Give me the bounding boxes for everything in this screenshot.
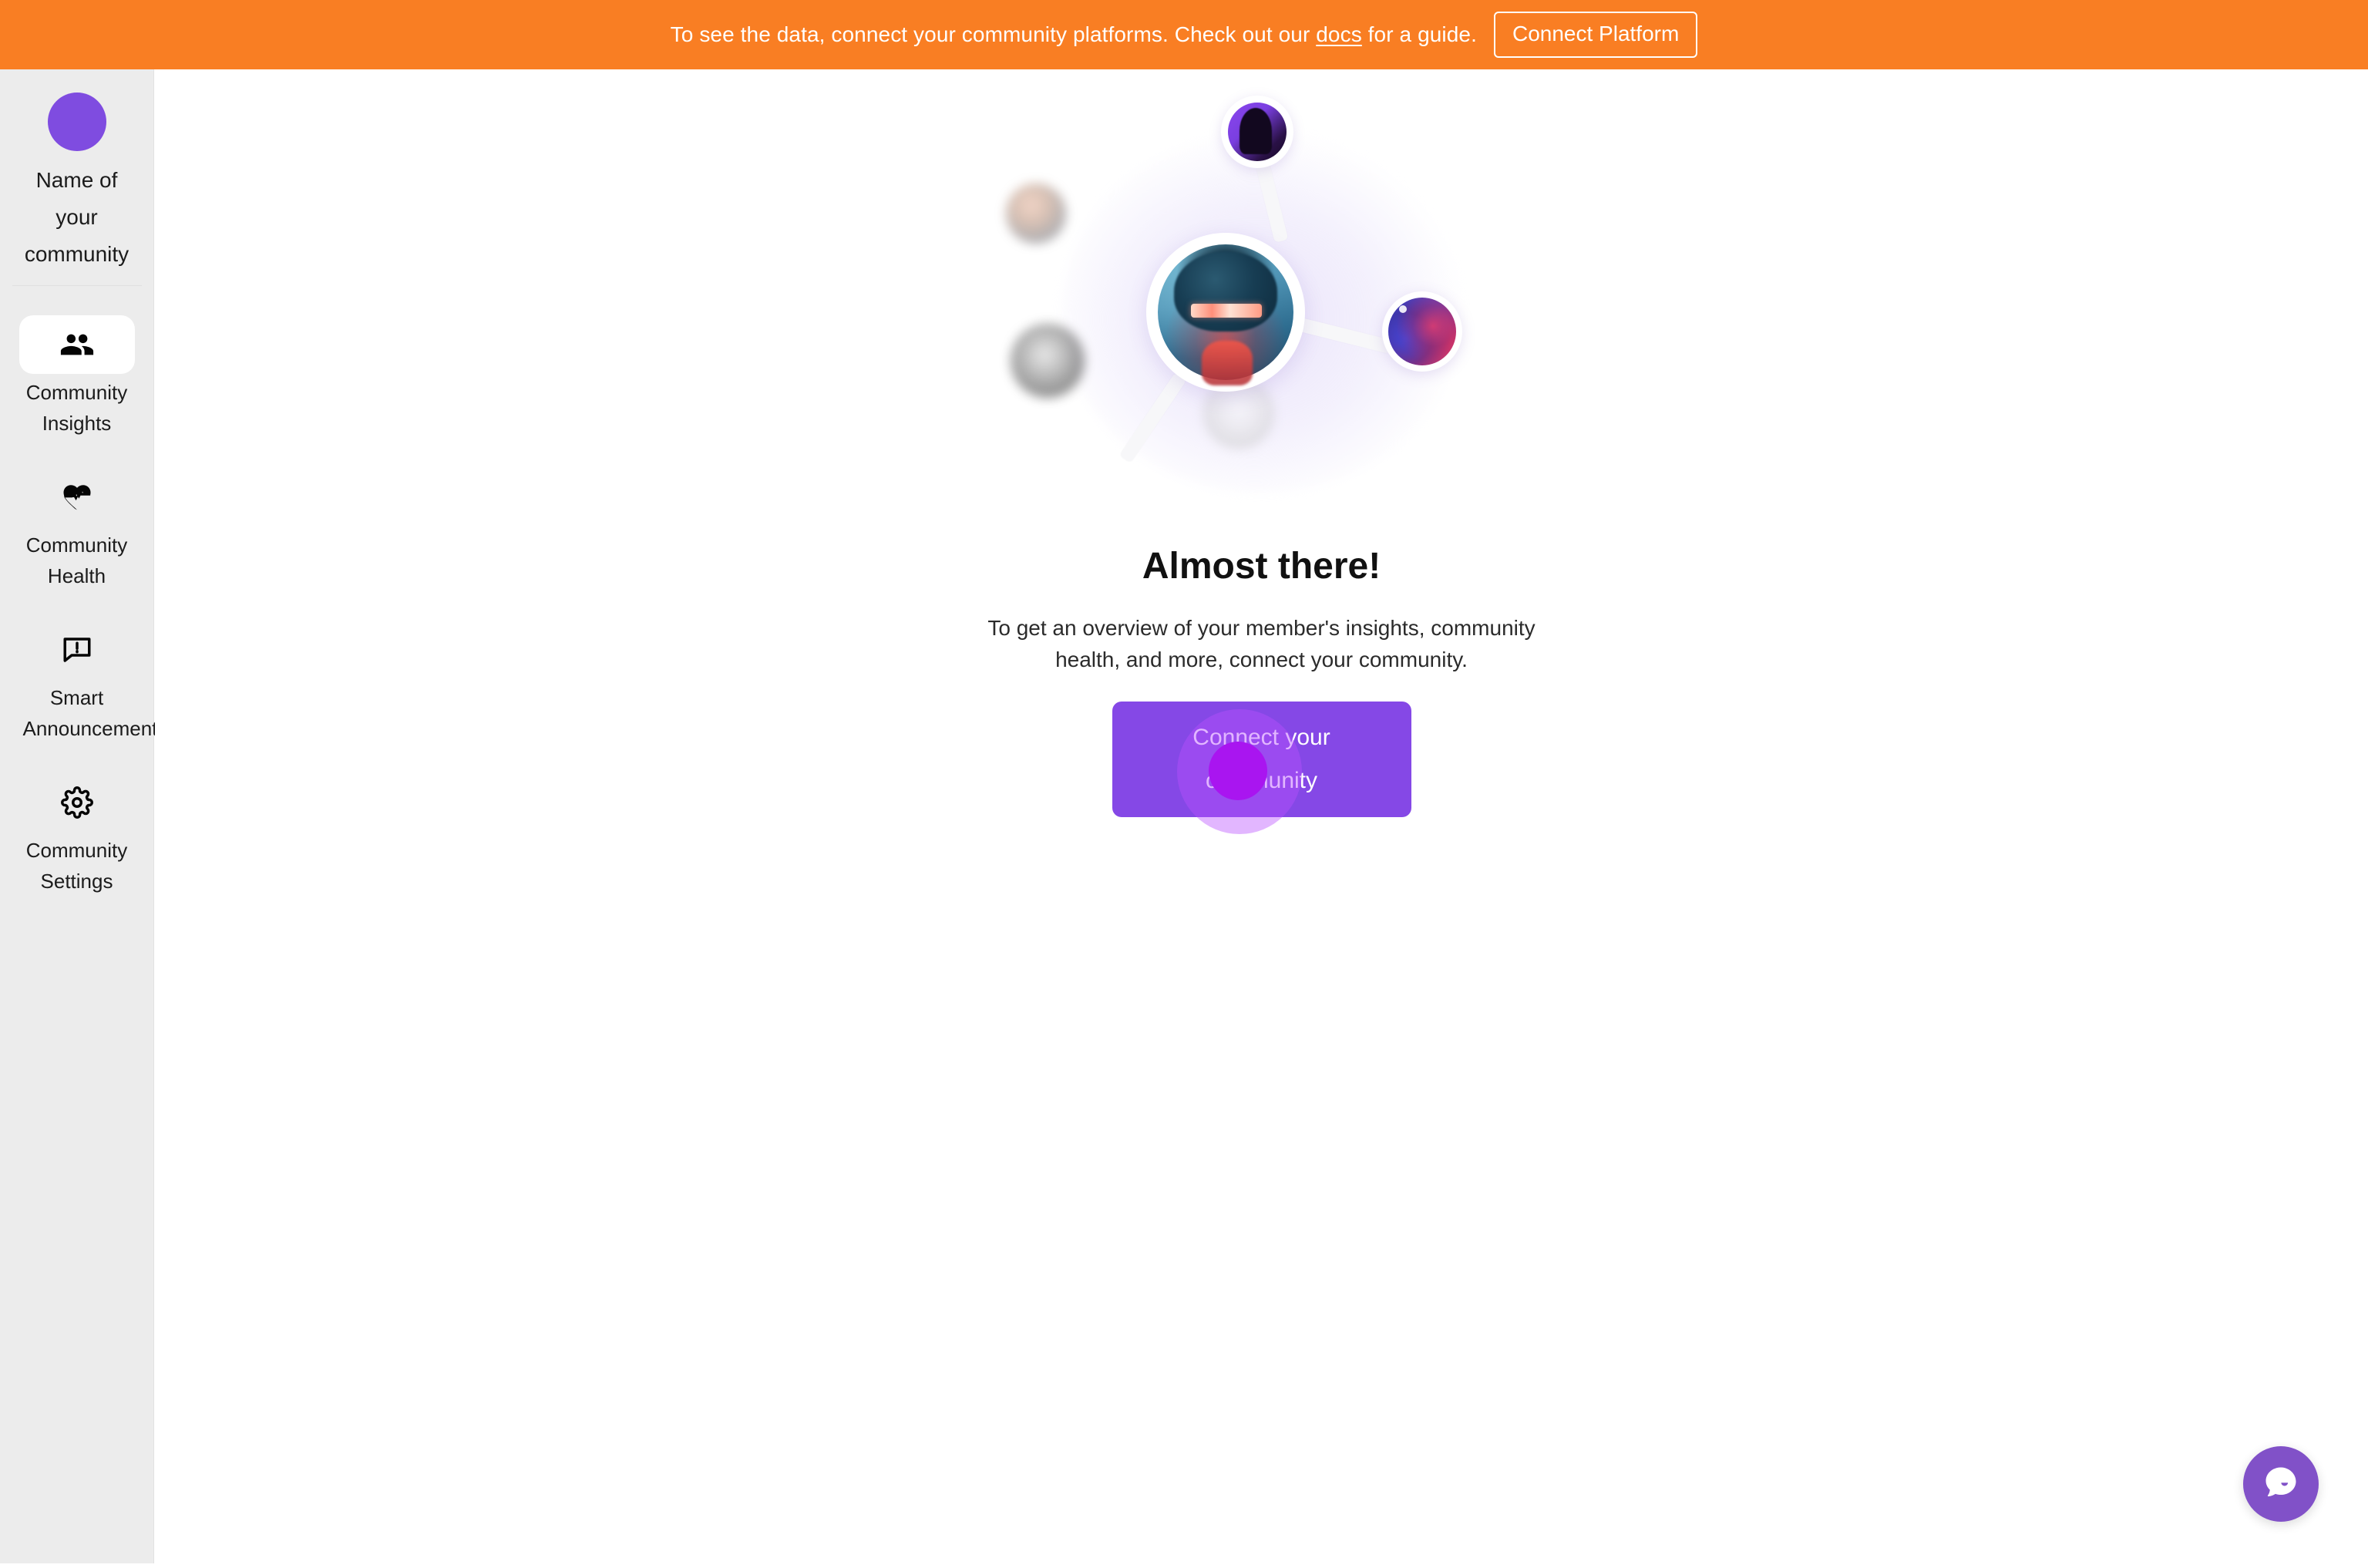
sidebar-item-smart-announcements[interactable]: Smart Announcements [0, 591, 168, 744]
sidebar-item-label: Community Insights [25, 381, 128, 435]
sidebar-item-icon-background [18, 315, 135, 374]
sidebar-item-icon-background [19, 468, 135, 527]
avatar-glasses [1190, 304, 1262, 318]
blurred-avatar-2 [1010, 324, 1085, 398]
chat-bubble-icon [2261, 1462, 2301, 1506]
community-name: Name of your community [24, 168, 130, 266]
community-avatar [47, 93, 106, 151]
heart-pulse-icon [61, 481, 93, 513]
member-avatar-center [1145, 233, 1305, 392]
empty-state-hero: Almost there! To get an overview of your… [155, 69, 2368, 834]
sidebar: Name of your community Community Insight… [0, 69, 168, 1563]
sidebar-item-community-health[interactable]: Community Health [0, 439, 153, 591]
cta-container: Connect your community [1112, 701, 1411, 834]
avatar-silhouette [1239, 108, 1272, 154]
sidebar-item-community-settings[interactable]: Community Settings [0, 744, 153, 897]
sidebar-item-icon-background [19, 773, 135, 832]
gear-icon [60, 786, 93, 819]
sidebar-nav: Community Insights Community Health Smar… [0, 286, 168, 897]
banner-message: To see the data, connect your community … [671, 24, 1477, 45]
sidebar-item-label: Community Health [25, 533, 128, 587]
sidebar-item-icon-background [19, 621, 135, 679]
avatar-hands [1201, 341, 1253, 385]
connect-platform-button[interactable]: Connect Platform [1493, 12, 1698, 58]
member-avatar-top [1220, 96, 1293, 168]
connect-your-community-button[interactable]: Connect your community [1112, 701, 1411, 817]
main-content: Almost there! To get an overview of your… [155, 69, 2368, 1568]
chat-widget-button[interactable] [2243, 1446, 2319, 1522]
page-subtitle: To get an overview of your member's insi… [987, 615, 1536, 671]
banner-text-after: for a guide. [1361, 22, 1477, 46]
sidebar-item-label: Community Settings [25, 839, 128, 893]
community-network-illustration [992, 85, 1532, 540]
people-icon [59, 327, 95, 362]
page-title: Almost there! [1142, 546, 1381, 587]
avatar-image [1388, 298, 1456, 365]
blurred-avatar-1 [1005, 183, 1066, 244]
avatar-highlight [1398, 305, 1407, 313]
app-root: To see the data, connect your community … [0, 0, 2368, 1568]
connect-platform-banner: To see the data, connect your community … [0, 0, 2368, 69]
announcement-icon [61, 634, 93, 666]
sidebar-item-community-insights[interactable]: Community Insights [0, 286, 153, 439]
banner-text-before: To see the data, connect your community … [670, 22, 1317, 46]
avatar-hair [1173, 251, 1277, 331]
docs-link[interactable]: docs [1316, 22, 1362, 46]
sidebar-item-label: Smart Announcements [22, 686, 168, 740]
member-avatar-right [1381, 291, 1462, 372]
